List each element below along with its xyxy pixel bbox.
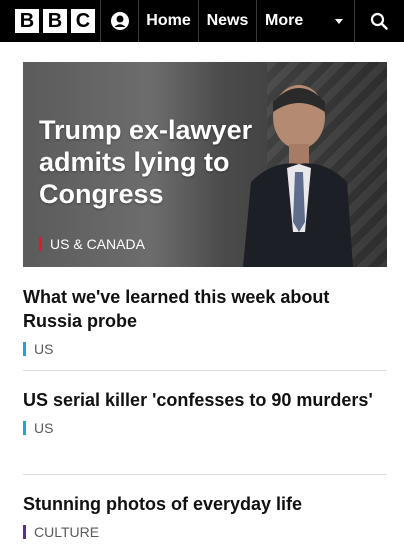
story-section-tag[interactable]: US — [23, 420, 387, 436]
account-button[interactable] — [100, 0, 138, 42]
nav-more-label: More — [265, 12, 304, 29]
nav-home[interactable]: Home — [138, 0, 198, 42]
hero-section-tag[interactable]: US & CANADA — [39, 236, 145, 252]
divider — [23, 474, 387, 475]
nav-home-label: Home — [146, 12, 191, 29]
caret-down-icon — [335, 19, 343, 24]
nav-more[interactable]: More — [256, 0, 354, 42]
story-section-tag[interactable]: CULTURE — [23, 524, 387, 540]
search-button[interactable] — [354, 0, 402, 42]
logo-letter-c: C — [71, 9, 95, 33]
story-section-tag[interactable]: US — [23, 341, 387, 357]
story-tag-label: CULTURE — [34, 524, 100, 540]
list-item[interactable]: US serial killer 'confesses to 90 murder… — [23, 388, 387, 436]
list-item[interactable]: What we've learned this week about Russi… — [23, 285, 387, 357]
story-tag-label: US — [34, 341, 54, 357]
search-icon — [370, 12, 388, 30]
story-headline[interactable]: What we've learned this week about Russi… — [23, 285, 387, 333]
logo-letter-b1: B — [15, 9, 39, 33]
hero-headline[interactable]: Trump ex-lawyer admits lying to Congress — [39, 114, 289, 210]
account-icon — [110, 12, 129, 30]
bbc-logo[interactable]: B B C — [0, 0, 100, 42]
hero-story[interactable]: Trump ex-lawyer admits lying to Congress… — [23, 62, 387, 267]
hero-tag-label: US & CANADA — [50, 236, 145, 252]
story-tag-label: US — [34, 420, 54, 436]
story-headline[interactable]: US serial killer 'confesses to 90 murder… — [23, 388, 387, 412]
top-nav-bar: B B C Home News More — [0, 0, 404, 42]
divider — [23, 370, 387, 371]
story-tag-bar — [23, 421, 26, 435]
story-tag-bar — [23, 525, 26, 539]
hero-tag-bar — [39, 237, 42, 251]
logo-letter-b2: B — [43, 9, 67, 33]
nav-news-label: News — [206, 12, 249, 29]
list-item[interactable]: Stunning photos of everyday life CULTURE — [23, 492, 387, 540]
story-tag-bar — [23, 342, 26, 356]
story-headline[interactable]: Stunning photos of everyday life — [23, 492, 387, 516]
nav-news[interactable]: News — [198, 0, 256, 42]
